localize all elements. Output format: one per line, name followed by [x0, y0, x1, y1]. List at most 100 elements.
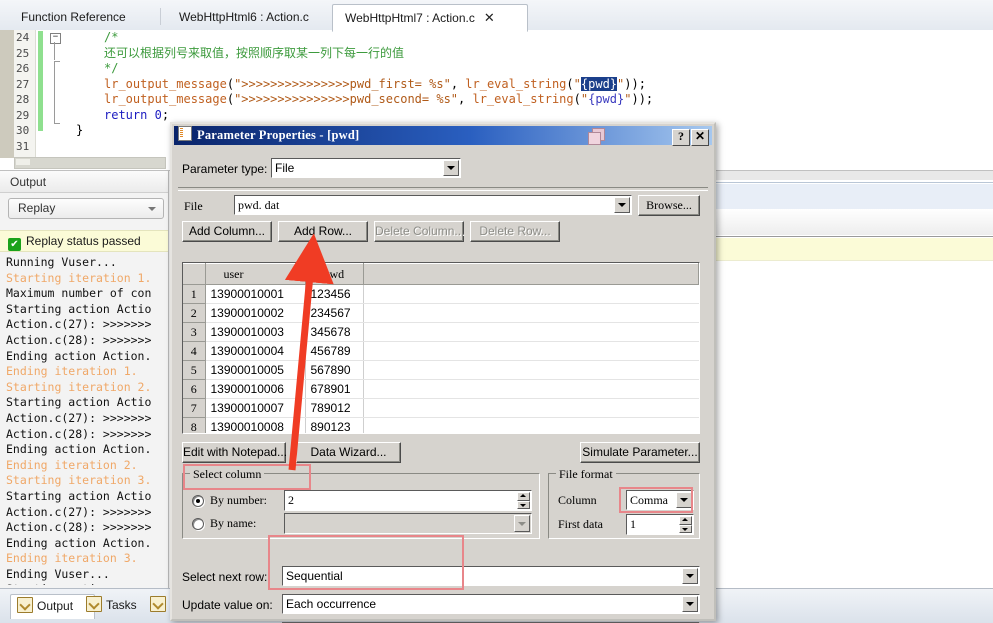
tasks-icon — [86, 596, 102, 612]
editor-outer-gutter — [0, 30, 14, 158]
dialog-title-bar[interactable]: Parameter Properties - [pwd] ? ✕ — [174, 126, 712, 146]
tab-label: Function Reference — [21, 10, 126, 24]
code-token: , — [458, 92, 473, 106]
output-log-line: Ending iteration 2. — [6, 457, 138, 472]
chevron-down-icon[interactable] — [514, 515, 530, 532]
help-button[interactable]: ? — [672, 129, 690, 146]
table-row[interactable]: 5 13900010005 567890 — [183, 360, 699, 380]
grid-column-header[interactable]: user — [205, 263, 306, 285]
tab-webhttphtml6[interactable]: WebHttpHtml6 : Action.c — [166, 4, 352, 31]
grid-cell-user[interactable]: 13900010002 — [205, 303, 306, 323]
table-row[interactable]: 2 13900010002 234567 — [183, 303, 699, 323]
grid-cell-user[interactable]: 13900010008 — [205, 417, 306, 433]
editor-horizontal-scrollbar[interactable] — [14, 157, 166, 169]
grid-cell-filler — [363, 322, 699, 342]
code-token: /* — [104, 30, 119, 44]
grid-cell-pwd[interactable]: 234567 — [305, 303, 364, 323]
grid-cell-pwd[interactable]: 345678 — [305, 322, 364, 342]
add-row-button[interactable]: Add Row... — [278, 221, 368, 242]
chevron-down-icon[interactable] — [682, 596, 698, 612]
row-number[interactable]: 2 — [183, 303, 206, 323]
grid-cell-pwd[interactable]: 567890 — [305, 360, 364, 380]
grid-filler-header — [363, 263, 699, 285]
by-number-input[interactable]: 2 — [284, 490, 532, 511]
annotation-box-by-number — [183, 464, 311, 490]
table-row[interactable]: 1 13900010001 123456 — [183, 284, 699, 304]
scrollbar-thumb[interactable] — [16, 159, 30, 165]
row-number[interactable]: 5 — [183, 360, 206, 380]
editor-tab-strip: Function Reference WebHttpHtml6 : Action… — [0, 0, 993, 32]
table-row[interactable]: 8 13900010008 890123 — [183, 417, 699, 433]
parameter-type-dropdown[interactable]: File — [271, 158, 461, 178]
grid-column-header[interactable]: pwd — [305, 263, 364, 285]
tab-webhttphtml7[interactable]: WebHttpHtml7 : Action.c ✕ — [332, 4, 528, 32]
row-number[interactable]: 6 — [183, 379, 206, 399]
row-number[interactable]: 8 — [183, 417, 206, 433]
fold-collapse-icon[interactable]: − — [50, 33, 61, 44]
chevron-down-icon[interactable] — [443, 160, 459, 176]
grid-cell-user[interactable]: 13900010004 — [205, 341, 306, 361]
grid-cell-pwd[interactable]: 890123 — [305, 417, 364, 433]
tab-function-reference[interactable]: Function Reference — [8, 4, 180, 31]
replay-status-text: Replay status passed — [26, 234, 141, 248]
first-data-input[interactable]: 1 — [626, 514, 694, 535]
close-button[interactable]: ✕ — [691, 129, 709, 146]
simulate-parameter-button[interactable]: Simulate Parameter... — [580, 442, 700, 463]
grid-cell-pwd[interactable]: 789012 — [305, 398, 364, 418]
fold-guide — [54, 42, 55, 60]
grid-cell-user[interactable]: 13900010001 — [205, 284, 306, 304]
row-number[interactable]: 4 — [183, 341, 206, 361]
code-token: ( — [566, 76, 574, 91]
by-name-label: By name: — [210, 516, 257, 530]
grid-cell-pwd[interactable]: 456789 — [305, 341, 364, 361]
output-filter-dropdown[interactable]: Replay — [8, 198, 164, 219]
output-filter-value: Replay — [18, 201, 56, 215]
by-name-dropdown[interactable] — [284, 513, 532, 534]
grid-cell-pwd[interactable]: 123456 — [305, 284, 364, 304]
parameter-type-label: Parameter type: — [182, 162, 268, 176]
by-number-radio[interactable] — [192, 495, 204, 507]
file-path-combobox[interactable]: pwd. dat — [234, 195, 632, 215]
annotation-box-first-data — [619, 487, 693, 513]
row-number[interactable]: 7 — [183, 398, 206, 418]
browse-button[interactable]: Browse... — [638, 195, 700, 216]
table-row[interactable]: 7 13900010007 789012 — [183, 398, 699, 418]
output-log-line: Action.c(28): >>>>>>> — [6, 426, 152, 441]
code-token: )); — [631, 92, 654, 106]
code-token: 还可以根据列号来取值，按照顺序取某一列下每一行的值 — [104, 45, 405, 60]
table-row[interactable]: 3 13900010003 345678 — [183, 322, 699, 342]
output-log[interactable]: Running Vuser... Starting iteration 1. Max… — [6, 255, 168, 585]
edit-with-notepad-button[interactable]: Edit with Notepad... — [182, 442, 287, 463]
grid-cell-user[interactable]: 13900010006 — [205, 379, 306, 399]
code-token: ; — [161, 107, 170, 122]
table-row[interactable]: 4 13900010004 456789 — [183, 341, 699, 361]
first-data-spinner[interactable] — [679, 516, 692, 533]
chevron-down-icon — [148, 207, 156, 211]
data-wizard-button[interactable]: Data Wizard... — [296, 442, 401, 463]
code-line: 还可以根据列号来取值，按照顺序取某一列下每一行的值 — [62, 46, 993, 62]
output-log-line: Starting iteration 3. — [6, 473, 152, 488]
update-value-on-dropdown[interactable]: Each occurrence — [282, 594, 700, 614]
row-number[interactable]: 3 — [183, 322, 206, 342]
code-token: */ — [104, 61, 119, 75]
add-column-button[interactable]: Add Column... — [182, 221, 272, 242]
grid-cell-user[interactable]: 13900010007 — [205, 398, 306, 418]
by-number-spinner[interactable] — [517, 492, 530, 509]
bottom-tab-label: Tasks — [106, 598, 137, 612]
grid-corner-header — [183, 263, 206, 285]
editor-fold-column[interactable]: − — [48, 30, 62, 158]
grid-cell-user[interactable]: 13900010003 — [205, 322, 306, 342]
table-row[interactable]: 6 13900010006 678901 — [183, 379, 699, 399]
code-token: {pwd} — [580, 76, 618, 91]
grid-cell-user[interactable]: 13900010005 — [205, 360, 306, 380]
parameter-data-grid[interactable]: user pwd 1 13900010001 123456 2 13900010002 23… — [182, 262, 700, 434]
by-name-radio[interactable] — [192, 518, 204, 530]
column-format-label: Column — [558, 493, 597, 507]
output-panel: Output Replay ✔ Replay status passed Runn… — [0, 171, 169, 589]
tab-close-icon[interactable]: ✕ — [484, 10, 495, 25]
row-number[interactable]: 1 — [183, 284, 206, 304]
chevron-down-icon[interactable] — [682, 568, 698, 584]
fold-end-marker — [54, 123, 60, 124]
grid-cell-pwd[interactable]: 678901 — [305, 379, 364, 399]
chevron-down-icon[interactable] — [614, 197, 630, 213]
